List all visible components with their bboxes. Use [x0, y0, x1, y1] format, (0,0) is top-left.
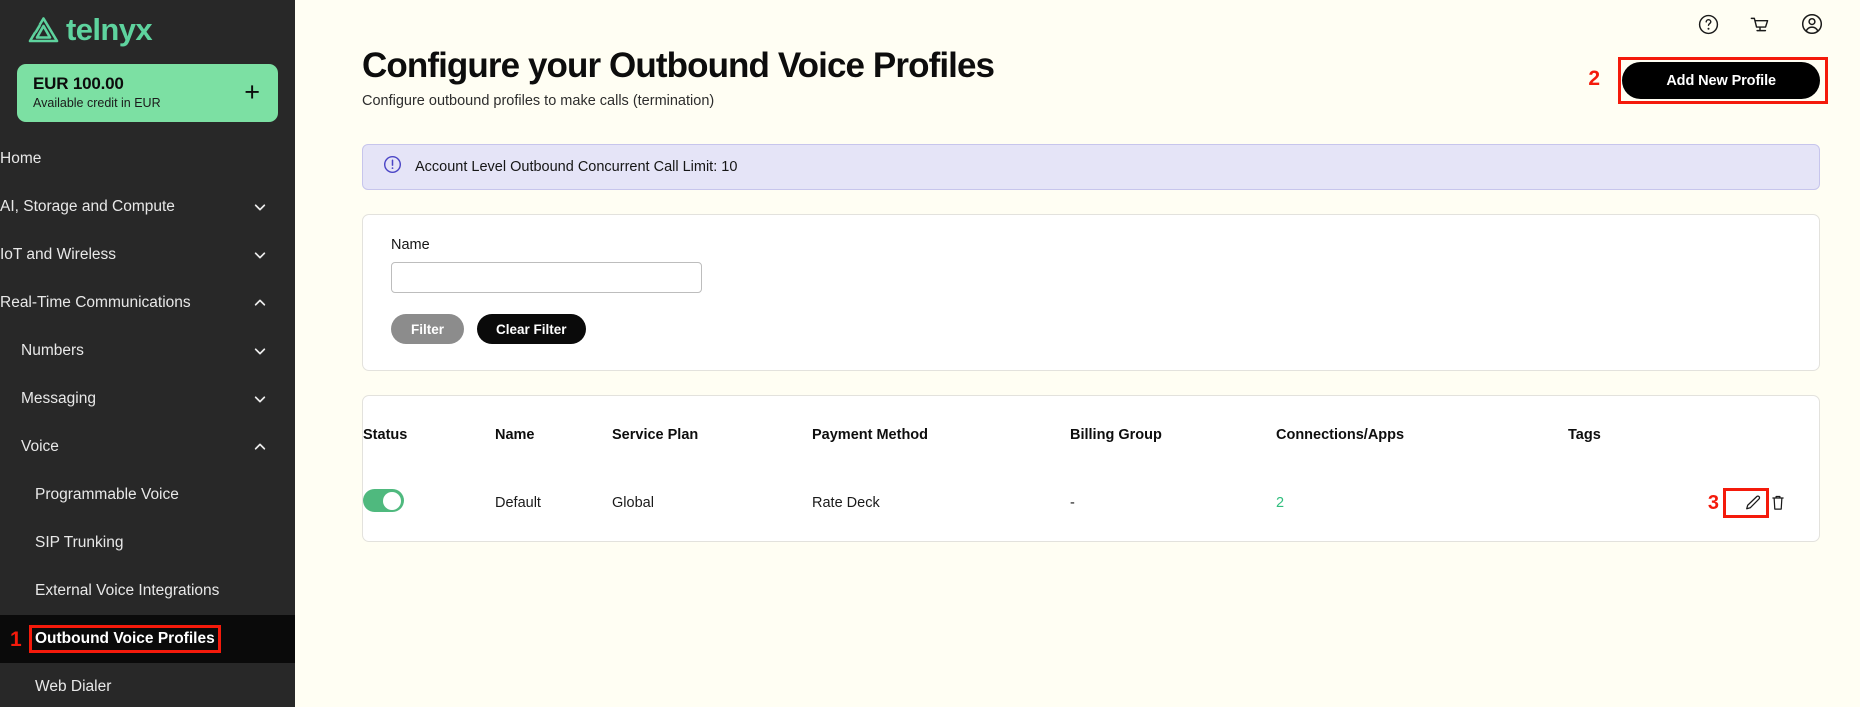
name-filter-label: Name [391, 237, 430, 254]
sidebar-item-label: IoT and Wireless [0, 245, 117, 263]
cart-icon[interactable] [1748, 13, 1772, 36]
call-limit-banner: Account Level Outbound Concurrent Call L… [362, 144, 1820, 191]
sidebar-item-sip-trunking[interactable]: SIP Trunking [0, 519, 295, 567]
chevron-up-icon[interactable] [253, 440, 267, 454]
chevron-down-icon[interactable] [253, 200, 267, 214]
column-header-tags: Tags [1568, 427, 1601, 444]
trash-icon[interactable] [1771, 494, 1785, 511]
sidebar-item-home[interactable]: Home [0, 135, 295, 183]
sidebar-item-label: Outbound Voice Profiles [35, 629, 215, 647]
column-header-status: Status [363, 427, 408, 444]
sidebar-item-web-dialer[interactable]: Web Dialer [0, 663, 295, 707]
content-area: Account Level Outbound Concurrent Call L… [295, 144, 1860, 543]
banner-text: Account Level Outbound Concurrent Call L… [415, 159, 738, 176]
toggle-knob [383, 491, 401, 510]
row-actions: 3 [1568, 487, 1819, 518]
telnyx-triangle-logo-icon [28, 16, 59, 44]
table-header-row: Status Name Service Plan Payment Method … [363, 396, 1819, 473]
main-content: Configure your Outbound Voice Profiles C… [295, 0, 1860, 707]
chevron-down-icon[interactable] [253, 344, 267, 358]
sidebar-item-label: External Voice Integrations [35, 581, 220, 599]
page-title: Configure your Outbound Voice Profiles [362, 46, 995, 85]
add-new-profile-button[interactable]: Add New Profile [1622, 62, 1820, 99]
cell-tags: 3 [1568, 473, 1819, 541]
help-icon[interactable] [1697, 13, 1720, 36]
sidebar-item-real-time-communications[interactable]: Real-Time Communications [0, 279, 295, 327]
table-row: Default Global Rate Deck - 2 3 [363, 473, 1819, 541]
sidebar-item-label: Voice [21, 437, 59, 455]
cell-service-plan: Global [612, 494, 654, 511]
plus-icon[interactable]: + [244, 78, 262, 106]
sidebar: telnyx EUR 100.00 Available credit in EU… [0, 0, 295, 707]
pencil-icon[interactable] [1744, 494, 1762, 512]
column-header-payment-method: Payment Method [812, 427, 929, 444]
account-icon[interactable] [1800, 12, 1824, 36]
sidebar-item-label: Numbers [21, 341, 84, 359]
connections-count-link[interactable]: 2 [1276, 495, 1284, 511]
sidebar-item-programmable-voice[interactable]: Programmable Voice [0, 471, 295, 519]
annotation-number-3: 3 [1707, 491, 1719, 514]
filter-panel: Name Filter Clear Filter [362, 214, 1820, 372]
sidebar-item-label: Web Dialer [35, 677, 112, 695]
sidebar-item-messaging[interactable]: Messaging [0, 375, 295, 423]
brand-name: telnyx [66, 12, 153, 47]
sidebar-item-outbound-voice-profiles[interactable]: Outbound Voice Profiles [0, 614, 295, 663]
column-header-name: Name [495, 427, 535, 444]
sidebar-item-ai-storage-and-compute[interactable]: AI, Storage and Compute [0, 183, 295, 231]
sidebar-item-label: Programmable Voice [35, 485, 179, 503]
credit-amount: EUR 100.00 [33, 74, 124, 93]
clear-filter-button[interactable]: Clear Filter [477, 314, 586, 345]
page-header: Configure your Outbound Voice Profiles C… [295, 46, 1860, 109]
sidebar-item-label: SIP Trunking [35, 533, 124, 551]
cell-name: Default [495, 494, 541, 511]
chevron-down-icon[interactable] [253, 392, 267, 406]
chevron-up-icon[interactable] [253, 296, 267, 310]
annotation-number-1: 1 [10, 627, 22, 651]
profiles-table-card: Status Name Service Plan Payment Method … [362, 395, 1820, 543]
app-root: telnyx EUR 100.00 Available credit in EU… [0, 0, 1860, 707]
sidebar-item-label: Real-Time Communications [0, 293, 191, 311]
sidebar-item-external-voice-integrations[interactable]: External Voice Integrations [0, 567, 295, 615]
annotation-number-2: 2 [1588, 67, 1600, 90]
filter-actions: Filter Clear Filter [391, 314, 1791, 345]
filter-button[interactable]: Filter [391, 314, 465, 345]
column-header-billing-group: Billing Group [1070, 427, 1162, 444]
column-header-connections-apps: Connections/Apps [1276, 427, 1405, 444]
profiles-table: Status Name Service Plan Payment Method … [363, 396, 1819, 541]
credit-caption: Available credit in EUR [33, 95, 161, 110]
sidebar-item-iot-and-wireless[interactable]: IoT and Wireless [0, 231, 295, 279]
credit-balance-card[interactable]: EUR 100.00 Available credit in EUR + [17, 64, 278, 122]
topbar [295, 0, 1860, 48]
name-filter-input[interactable] [391, 262, 702, 294]
info-circle-icon [383, 155, 402, 179]
page-subtitle: Configure outbound profiles to make call… [362, 93, 715, 110]
brand-logo[interactable]: telnyx [0, 0, 295, 55]
cell-connections-apps: 2 [1276, 473, 1568, 541]
sidebar-item-label: AI, Storage and Compute [0, 197, 175, 215]
sidebar-item-label: Home [0, 149, 42, 167]
column-header-service-plan: Service Plan [612, 427, 699, 444]
sidebar-nav: Home AI, Storage and Compute IoT and Wirel… [0, 135, 295, 707]
add-new-profile-wrap: 2 Add New Profile [1588, 57, 1829, 104]
sidebar-item-numbers[interactable]: Numbers [0, 327, 295, 375]
sidebar-item-voice[interactable]: Voice [0, 423, 295, 471]
sidebar-item-label: Messaging [21, 389, 96, 407]
chevron-down-icon[interactable] [253, 248, 267, 262]
cell-status [363, 473, 495, 541]
cell-billing-group: - [1070, 494, 1075, 511]
cell-payment-method: Rate Deck [812, 494, 880, 511]
status-toggle[interactable] [363, 489, 404, 513]
